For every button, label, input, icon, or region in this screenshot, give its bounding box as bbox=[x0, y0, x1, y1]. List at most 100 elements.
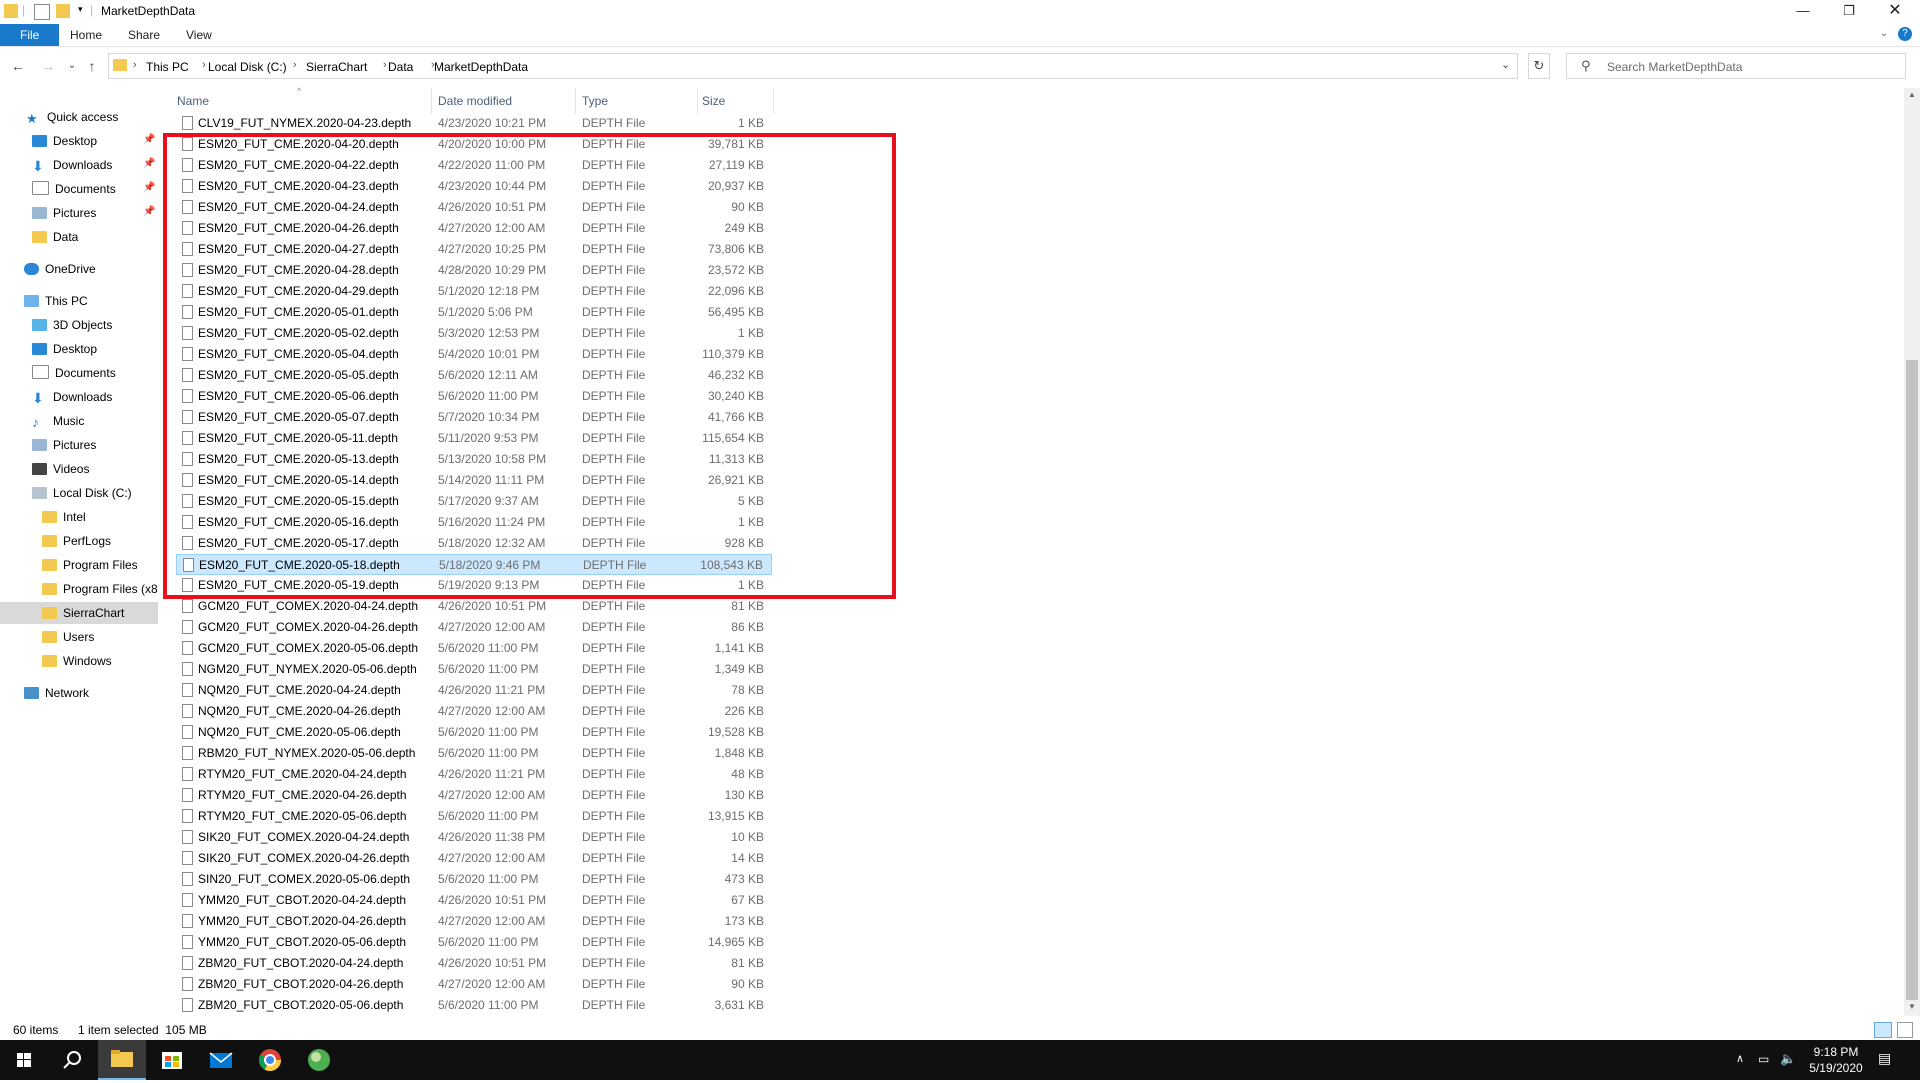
customize-qa-icon[interactable]: ▾ bbox=[78, 4, 83, 15]
file-row[interactable]: NQM20_FUT_CME.2020-05-06.depth 5/6/2020 1… bbox=[176, 722, 772, 743]
address-dropdown-icon[interactable]: ⌄ bbox=[1501, 58, 1510, 71]
network-tray-icon[interactable]: ▭ bbox=[1758, 1052, 1769, 1066]
refresh-icon[interactable]: ↻ bbox=[1528, 53, 1550, 79]
file-row[interactable]: GCM20_FUT_COMEX.2020-04-24.depth 4/26/202… bbox=[176, 596, 772, 617]
file-row[interactable]: YMM20_FUT_CBOT.2020-05-06.depth 5/6/2020 … bbox=[176, 932, 772, 953]
address-bar[interactable]: › This PC › Local Disk (C:) › SierraChar… bbox=[108, 53, 1518, 79]
sidebar-item-3d-objects[interactable]: 3D Objects bbox=[32, 314, 112, 336]
sidebar-item-pictures[interactable]: Pictures bbox=[32, 202, 96, 224]
sidebar-item-documents[interactable]: Documents bbox=[32, 178, 116, 200]
sierrachart-icon[interactable] bbox=[295, 1040, 343, 1080]
sidebar-item-desktop-pc[interactable]: Desktop bbox=[32, 338, 97, 360]
column-header-date[interactable]: Date modified bbox=[438, 94, 512, 108]
file-row[interactable]: NGM20_FUT_NYMEX.2020-05-06.depth 5/6/2020… bbox=[176, 659, 772, 680]
file-row[interactable]: GCM20_FUT_COMEX.2020-05-06.depth 5/6/2020… bbox=[176, 638, 772, 659]
column-header-size[interactable]: Size bbox=[702, 94, 725, 108]
sidebar-item-perflogs[interactable]: PerfLogs bbox=[42, 530, 111, 552]
new-folder-icon[interactable] bbox=[56, 4, 70, 18]
sidebar-item-quick-access[interactable]: ★ Quick access bbox=[26, 106, 118, 128]
sidebar-item-data[interactable]: Data bbox=[32, 226, 78, 248]
breadcrumb-this-pc[interactable]: This PC bbox=[146, 60, 189, 74]
file-row[interactable]: NQM20_FUT_CME.2020-04-26.depth 4/27/2020 … bbox=[176, 701, 772, 722]
chevron-right-icon[interactable]: › bbox=[383, 59, 387, 71]
sidebar-item-program-files[interactable]: Program Files bbox=[42, 554, 138, 576]
file-row[interactable]: ZBM20_FUT_CBOT.2020-05-06.depth 5/6/2020 … bbox=[176, 995, 772, 1016]
file-row[interactable]: RTYM20_FUT_CME.2020-04-24.depth 4/26/2020… bbox=[176, 764, 772, 785]
file-row[interactable]: RBM20_FUT_NYMEX.2020-05-06.depth 5/6/2020… bbox=[176, 743, 772, 764]
pin-icon[interactable]: 📌 bbox=[143, 158, 155, 169]
file-explorer-icon[interactable] bbox=[98, 1040, 146, 1080]
breadcrumb-local-disk[interactable]: Local Disk (C:) bbox=[208, 60, 287, 74]
sidebar-item-documents-pc[interactable]: Documents bbox=[32, 362, 116, 384]
chrome-icon[interactable] bbox=[246, 1040, 294, 1080]
file-row[interactable]: SIN20_FUT_COMEX.2020-05-06.depth 5/6/2020… bbox=[176, 869, 772, 890]
sidebar-item-program-files-x86[interactable]: Program Files (x86) bbox=[42, 578, 158, 600]
sidebar-item-network[interactable]: Network bbox=[24, 682, 89, 704]
restore-icon[interactable]: ❐ bbox=[1826, 0, 1872, 24]
file-row[interactable]: SIK20_FUT_COMEX.2020-04-26.depth 4/27/202… bbox=[176, 848, 772, 869]
chevron-right-icon[interactable]: › bbox=[293, 59, 297, 71]
pin-icon[interactable]: 📌 bbox=[143, 182, 155, 193]
file-row[interactable]: NQM20_FUT_CME.2020-04-24.depth 4/26/2020 … bbox=[176, 680, 772, 701]
recent-locations-icon[interactable]: ⌄ bbox=[62, 56, 82, 76]
scroll-up-icon[interactable]: ▲ bbox=[1908, 90, 1916, 99]
tab-view[interactable]: View bbox=[172, 24, 226, 46]
column-divider[interactable] bbox=[773, 88, 774, 114]
close-icon[interactable]: ✕ bbox=[1872, 0, 1918, 24]
properties-icon[interactable] bbox=[34, 4, 50, 20]
tab-home[interactable]: Home bbox=[56, 24, 116, 46]
tab-share[interactable]: Share bbox=[114, 24, 174, 46]
file-row[interactable]: YMM20_FUT_CBOT.2020-04-24.depth 4/26/2020… bbox=[176, 890, 772, 911]
back-arrow-icon[interactable]: ← bbox=[8, 56, 28, 76]
windows-start-icon[interactable] bbox=[0, 1040, 48, 1080]
sidebar-item-sierrachart[interactable]: SierraChart bbox=[0, 602, 158, 624]
scrollbar-thumb[interactable] bbox=[1906, 360, 1918, 1000]
file-row[interactable]: CLV19_FUT_NYMEX.2020-04-23.depth 4/23/202… bbox=[176, 113, 772, 134]
sidebar-item-this-pc[interactable]: This PC bbox=[24, 290, 88, 312]
file-row[interactable]: RTYM20_FUT_CME.2020-05-06.depth 5/6/2020 … bbox=[176, 806, 772, 827]
clock[interactable]: 9:18 PM 5/19/2020 bbox=[1796, 1044, 1876, 1076]
column-divider[interactable] bbox=[697, 88, 698, 114]
column-header-name[interactable]: Name bbox=[177, 94, 209, 108]
expand-ribbon-icon[interactable]: ⌄ bbox=[1880, 28, 1888, 39]
file-row[interactable]: ZBM20_FUT_CBOT.2020-04-26.depth 4/27/2020… bbox=[176, 974, 772, 995]
large-icons-view-icon[interactable] bbox=[1897, 1022, 1913, 1038]
file-row[interactable]: SIK20_FUT_COMEX.2020-04-24.depth 4/26/202… bbox=[176, 827, 772, 848]
sidebar-item-videos[interactable]: Videos bbox=[32, 458, 89, 480]
sidebar-item-windows[interactable]: Windows bbox=[42, 650, 112, 672]
sidebar-item-local-disk[interactable]: Local Disk (C:) bbox=[32, 482, 132, 504]
column-divider[interactable] bbox=[575, 88, 576, 114]
up-arrow-icon[interactable]: ↑ bbox=[82, 56, 102, 76]
mail-icon[interactable] bbox=[197, 1040, 245, 1080]
file-row[interactable]: YMM20_FUT_CBOT.2020-04-26.depth 4/27/2020… bbox=[176, 911, 772, 932]
column-divider[interactable] bbox=[431, 88, 432, 114]
details-view-icon[interactable] bbox=[1874, 1022, 1892, 1038]
sidebar-item-desktop[interactable]: Desktop bbox=[32, 130, 97, 152]
notifications-icon[interactable]: ▤ bbox=[1878, 1050, 1891, 1067]
volume-icon[interactable]: 🔈 bbox=[1780, 1051, 1796, 1067]
search-icon[interactable] bbox=[48, 1040, 96, 1080]
breadcrumb-data[interactable]: Data bbox=[388, 60, 413, 74]
sidebar-item-music[interactable]: ♪ Music bbox=[32, 410, 84, 432]
sidebar-item-users[interactable]: Users bbox=[42, 626, 94, 648]
store-icon[interactable] bbox=[148, 1040, 196, 1080]
sidebar-item-downloads[interactable]: ⬇ Downloads bbox=[32, 154, 112, 176]
chevron-up-icon[interactable]: ∧ bbox=[1736, 1052, 1744, 1065]
forward-arrow-icon[interactable]: → bbox=[38, 56, 58, 76]
chevron-right-icon[interactable]: › bbox=[202, 59, 206, 71]
vertical-scrollbar[interactable]: ▲ ▼ bbox=[1904, 88, 1920, 1016]
breadcrumb-marketdepthdata[interactable]: MarketDepthData bbox=[434, 60, 528, 74]
breadcrumb-sierrachart[interactable]: SierraChart bbox=[306, 60, 367, 74]
column-header-type[interactable]: Type bbox=[582, 94, 608, 108]
chevron-right-icon[interactable]: › bbox=[133, 59, 137, 71]
sidebar-item-onedrive[interactable]: OneDrive bbox=[24, 258, 96, 280]
file-row[interactable]: RTYM20_FUT_CME.2020-04-26.depth 4/27/2020… bbox=[176, 785, 772, 806]
sidebar-item-downloads-pc[interactable]: ⬇ Downloads bbox=[32, 386, 112, 408]
sidebar-item-pictures-pc[interactable]: Pictures bbox=[32, 434, 96, 456]
help-icon[interactable]: ? bbox=[1898, 27, 1912, 41]
tab-file[interactable]: File bbox=[0, 24, 60, 46]
search-box[interactable]: ⚲ Search MarketDepthData bbox=[1566, 53, 1906, 79]
scroll-down-icon[interactable]: ▼ bbox=[1908, 1002, 1916, 1011]
file-row[interactable]: ZBM20_FUT_CBOT.2020-04-24.depth 4/26/2020… bbox=[176, 953, 772, 974]
pin-icon[interactable]: 📌 bbox=[143, 134, 155, 145]
